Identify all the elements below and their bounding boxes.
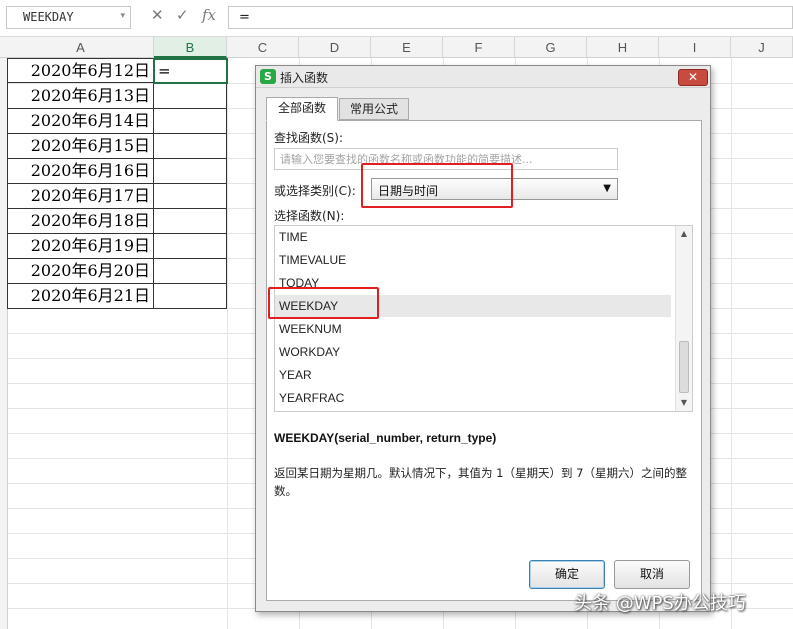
cell-b10[interactable] [154, 284, 227, 309]
column-header-f[interactable]: F [443, 37, 515, 58]
formula-input[interactable]: = [228, 6, 793, 29]
function-list-label: 选择函数(N): [274, 209, 345, 223]
cell-b9[interactable] [154, 259, 227, 284]
watermark-text: 头条 @WPS办公技巧 [574, 593, 746, 614]
cell-b4[interactable] [154, 134, 227, 159]
cell-a9[interactable]: 2020年6月20日 [8, 259, 154, 284]
function-item[interactable]: TIMEVALUE [275, 249, 671, 271]
column-header-b[interactable]: B [154, 37, 227, 58]
scroll-thumb[interactable] [679, 341, 689, 393]
cell-b7[interactable] [154, 209, 227, 234]
cancel-button[interactable]: 取消 [614, 560, 690, 589]
fx-icon[interactable]: fx [202, 6, 216, 24]
weekday-highlight-box [268, 287, 379, 319]
cell-a6[interactable]: 2020年6月17日 [8, 184, 154, 209]
wps-app-icon: S [260, 69, 276, 84]
function-item[interactable]: YEAR [275, 364, 671, 386]
confirm-icon[interactable]: ✓ [176, 6, 189, 24]
function-item[interactable]: WORKDAY [275, 341, 671, 363]
cell-a1[interactable]: 2020年6月12日 [8, 58, 154, 83]
column-header-d[interactable]: D [299, 37, 371, 58]
search-label: 查找函数(S): [274, 131, 344, 145]
chevron-down-icon[interactable]: ▾ [120, 11, 125, 21]
column-headers: A B C D E F G H I J [0, 36, 793, 58]
cell-b1-active[interactable]: = [153, 58, 228, 84]
tab-all-functions[interactable]: 全部函数 [266, 97, 338, 121]
column-header-a[interactable]: A [8, 37, 154, 58]
cell-a5[interactable]: 2020年6月16日 [8, 159, 154, 184]
insert-function-dialog: S 插入函数 ✕ 全部函数 常用公式 查找函数(S): 或选择类别(C): 日期… [255, 65, 711, 612]
scroll-up-icon[interactable]: ▲ [676, 226, 692, 242]
scroll-down-icon[interactable]: ▼ [676, 395, 692, 411]
tab-common-formulas[interactable]: 常用公式 [339, 98, 409, 120]
function-signature: WEEKDAY(serial_number, return_type) [274, 431, 497, 445]
dialog-titlebar[interactable]: S 插入函数 ✕ [256, 66, 710, 88]
cell-b1-content: = [158, 62, 171, 80]
list-scrollbar[interactable]: ▲ ▼ [675, 226, 692, 411]
close-button[interactable]: ✕ [678, 69, 708, 86]
cancel-icon[interactable]: ✕ [151, 6, 164, 24]
name-box[interactable]: WEEKDAY ▾ [6, 6, 131, 29]
name-box-value: WEEKDAY [23, 10, 74, 24]
cell-a10[interactable]: 2020年6月21日 [8, 284, 154, 309]
cell-a3[interactable]: 2020年6月14日 [8, 109, 154, 134]
function-description: 返回某日期为星期几。默认情况下，其值为 1（星期天）到 7（星期六）之间的整数。 [274, 466, 687, 498]
cell-a7[interactable]: 2020年6月18日 [8, 209, 154, 234]
category-highlight-box [361, 163, 513, 208]
column-header-j[interactable]: J [731, 37, 793, 58]
column-header-e[interactable]: E [371, 37, 443, 58]
cell-b5[interactable] [154, 159, 227, 184]
column-header-c[interactable]: C [227, 37, 299, 58]
cell-a4[interactable]: 2020年6月15日 [8, 134, 154, 159]
column-header-g[interactable]: G [515, 37, 587, 58]
function-item[interactable]: YEARFRAC [275, 387, 671, 409]
cell-b3[interactable] [154, 109, 227, 134]
ok-button[interactable]: 确定 [529, 560, 605, 589]
cell-a8[interactable]: 2020年6月19日 [8, 234, 154, 259]
dialog-title: 插入函数 [280, 71, 329, 85]
formula-bar: WEEKDAY ▾ ✕ ✓ fx = [0, 0, 793, 36]
column-header-i[interactable]: I [659, 37, 731, 58]
dropdown-arrow-icon[interactable]: ▼ [603, 183, 611, 194]
function-item[interactable]: WEEKNUM [275, 318, 671, 340]
cell-b6[interactable] [154, 184, 227, 209]
cell-b8[interactable] [154, 234, 227, 259]
category-label: 或选择类别(C): [274, 184, 356, 198]
cell-a2[interactable]: 2020年6月13日 [8, 84, 154, 109]
cell-b2[interactable] [154, 84, 227, 109]
formula-content: = [239, 10, 250, 25]
function-item[interactable]: TIME [275, 226, 671, 248]
column-header-h[interactable]: H [587, 37, 659, 58]
